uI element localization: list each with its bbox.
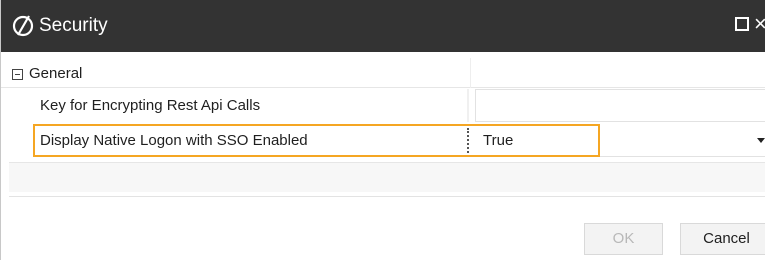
window-title: Security: [39, 15, 108, 36]
property-name: Display Native Logon with SSO Enabled: [40, 132, 308, 149]
collapse-minus-icon[interactable]: [12, 69, 23, 80]
security-dialog: Security × General Key for Encrypting Re…: [0, 0, 765, 260]
property-grid: General Key for Encrypting Rest Api Call…: [1, 52, 765, 197]
cancel-button[interactable]: Cancel: [680, 223, 765, 255]
group-label: General: [29, 65, 83, 82]
dropdown-field[interactable]: [600, 124, 765, 157]
property-row-encrypting-key[interactable]: Key for Encrypting Rest Api Calls: [33, 89, 765, 122]
group-row-general[interactable]: General: [1, 58, 765, 88]
security-slash-circle-icon: [12, 15, 34, 37]
title-bar[interactable]: Security ×: [1, 0, 765, 52]
property-name: Key for Encrypting Rest Api Calls: [33, 89, 469, 122]
ok-button[interactable]: OK: [584, 223, 663, 255]
column-splitter[interactable]: [467, 128, 469, 153]
dialog-footer: OK Cancel: [1, 197, 765, 260]
empty-row: [9, 162, 765, 192]
property-value-input[interactable]: [475, 89, 765, 122]
close-icon[interactable]: ×: [754, 12, 765, 36]
chevron-down-icon[interactable]: [757, 138, 765, 143]
column-divider: [470, 58, 471, 88]
maximize-icon[interactable]: [735, 17, 749, 31]
